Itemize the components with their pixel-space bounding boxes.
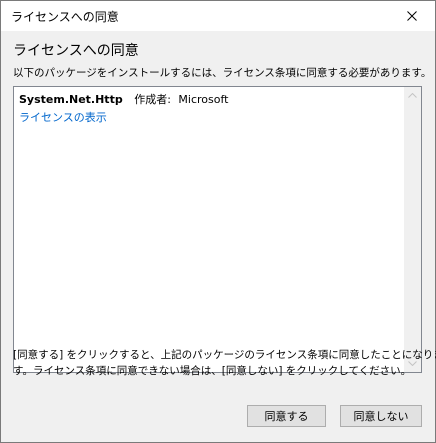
license-dialog: ライセンスへの同意 ライセンスへの同意 以下のパッケージをインストールするには、… <box>0 0 436 443</box>
accept-button[interactable]: 同意する <box>247 405 326 427</box>
close-button[interactable] <box>389 1 435 31</box>
author-label: 作成者: <box>134 93 171 106</box>
package-list[interactable]: System.Net.Http 作成者: Microsoft ライセンスの表示 <box>13 86 422 373</box>
package-info: System.Net.Http 作成者: Microsoft <box>19 91 228 107</box>
list-item[interactable]: System.Net.Http 作成者: Microsoft ライセンスの表示 <box>19 91 228 125</box>
title-bar: ライセンスへの同意 <box>1 1 435 31</box>
dialog-heading: ライセンスへの同意 <box>13 43 139 59</box>
dialog-content: ライセンスへの同意 以下のパッケージをインストールするには、ライセンス条項に同意… <box>1 31 436 442</box>
scroll-up-button[interactable] <box>404 87 421 104</box>
author-name: Microsoft <box>178 93 229 106</box>
window-title: ライセンスへの同意 <box>11 10 119 24</box>
close-icon <box>407 11 417 21</box>
footer-note: [同意する] をクリックすると、上記のパッケージのライセンス条項に同意したことに… <box>13 347 436 379</box>
decline-button[interactable]: 同意しない <box>340 405 422 427</box>
view-license-link[interactable]: ライセンスの表示 <box>19 109 228 125</box>
chevron-up-icon <box>408 93 417 98</box>
vertical-scrollbar[interactable] <box>404 87 421 372</box>
footer-line-1: [同意する] をクリックすると、上記のパッケージのライセンス条項に同意したことに… <box>13 349 436 361</box>
dialog-subtitle: 以下のパッケージをインストールするには、ライセンス条項に同意する必要があります。 <box>13 67 432 79</box>
footer-line-2: す。ライセンス条項に同意できない場合は、[同意しない] をクリックしてください。 <box>13 365 412 377</box>
package-id: System.Net.Http <box>19 93 123 106</box>
